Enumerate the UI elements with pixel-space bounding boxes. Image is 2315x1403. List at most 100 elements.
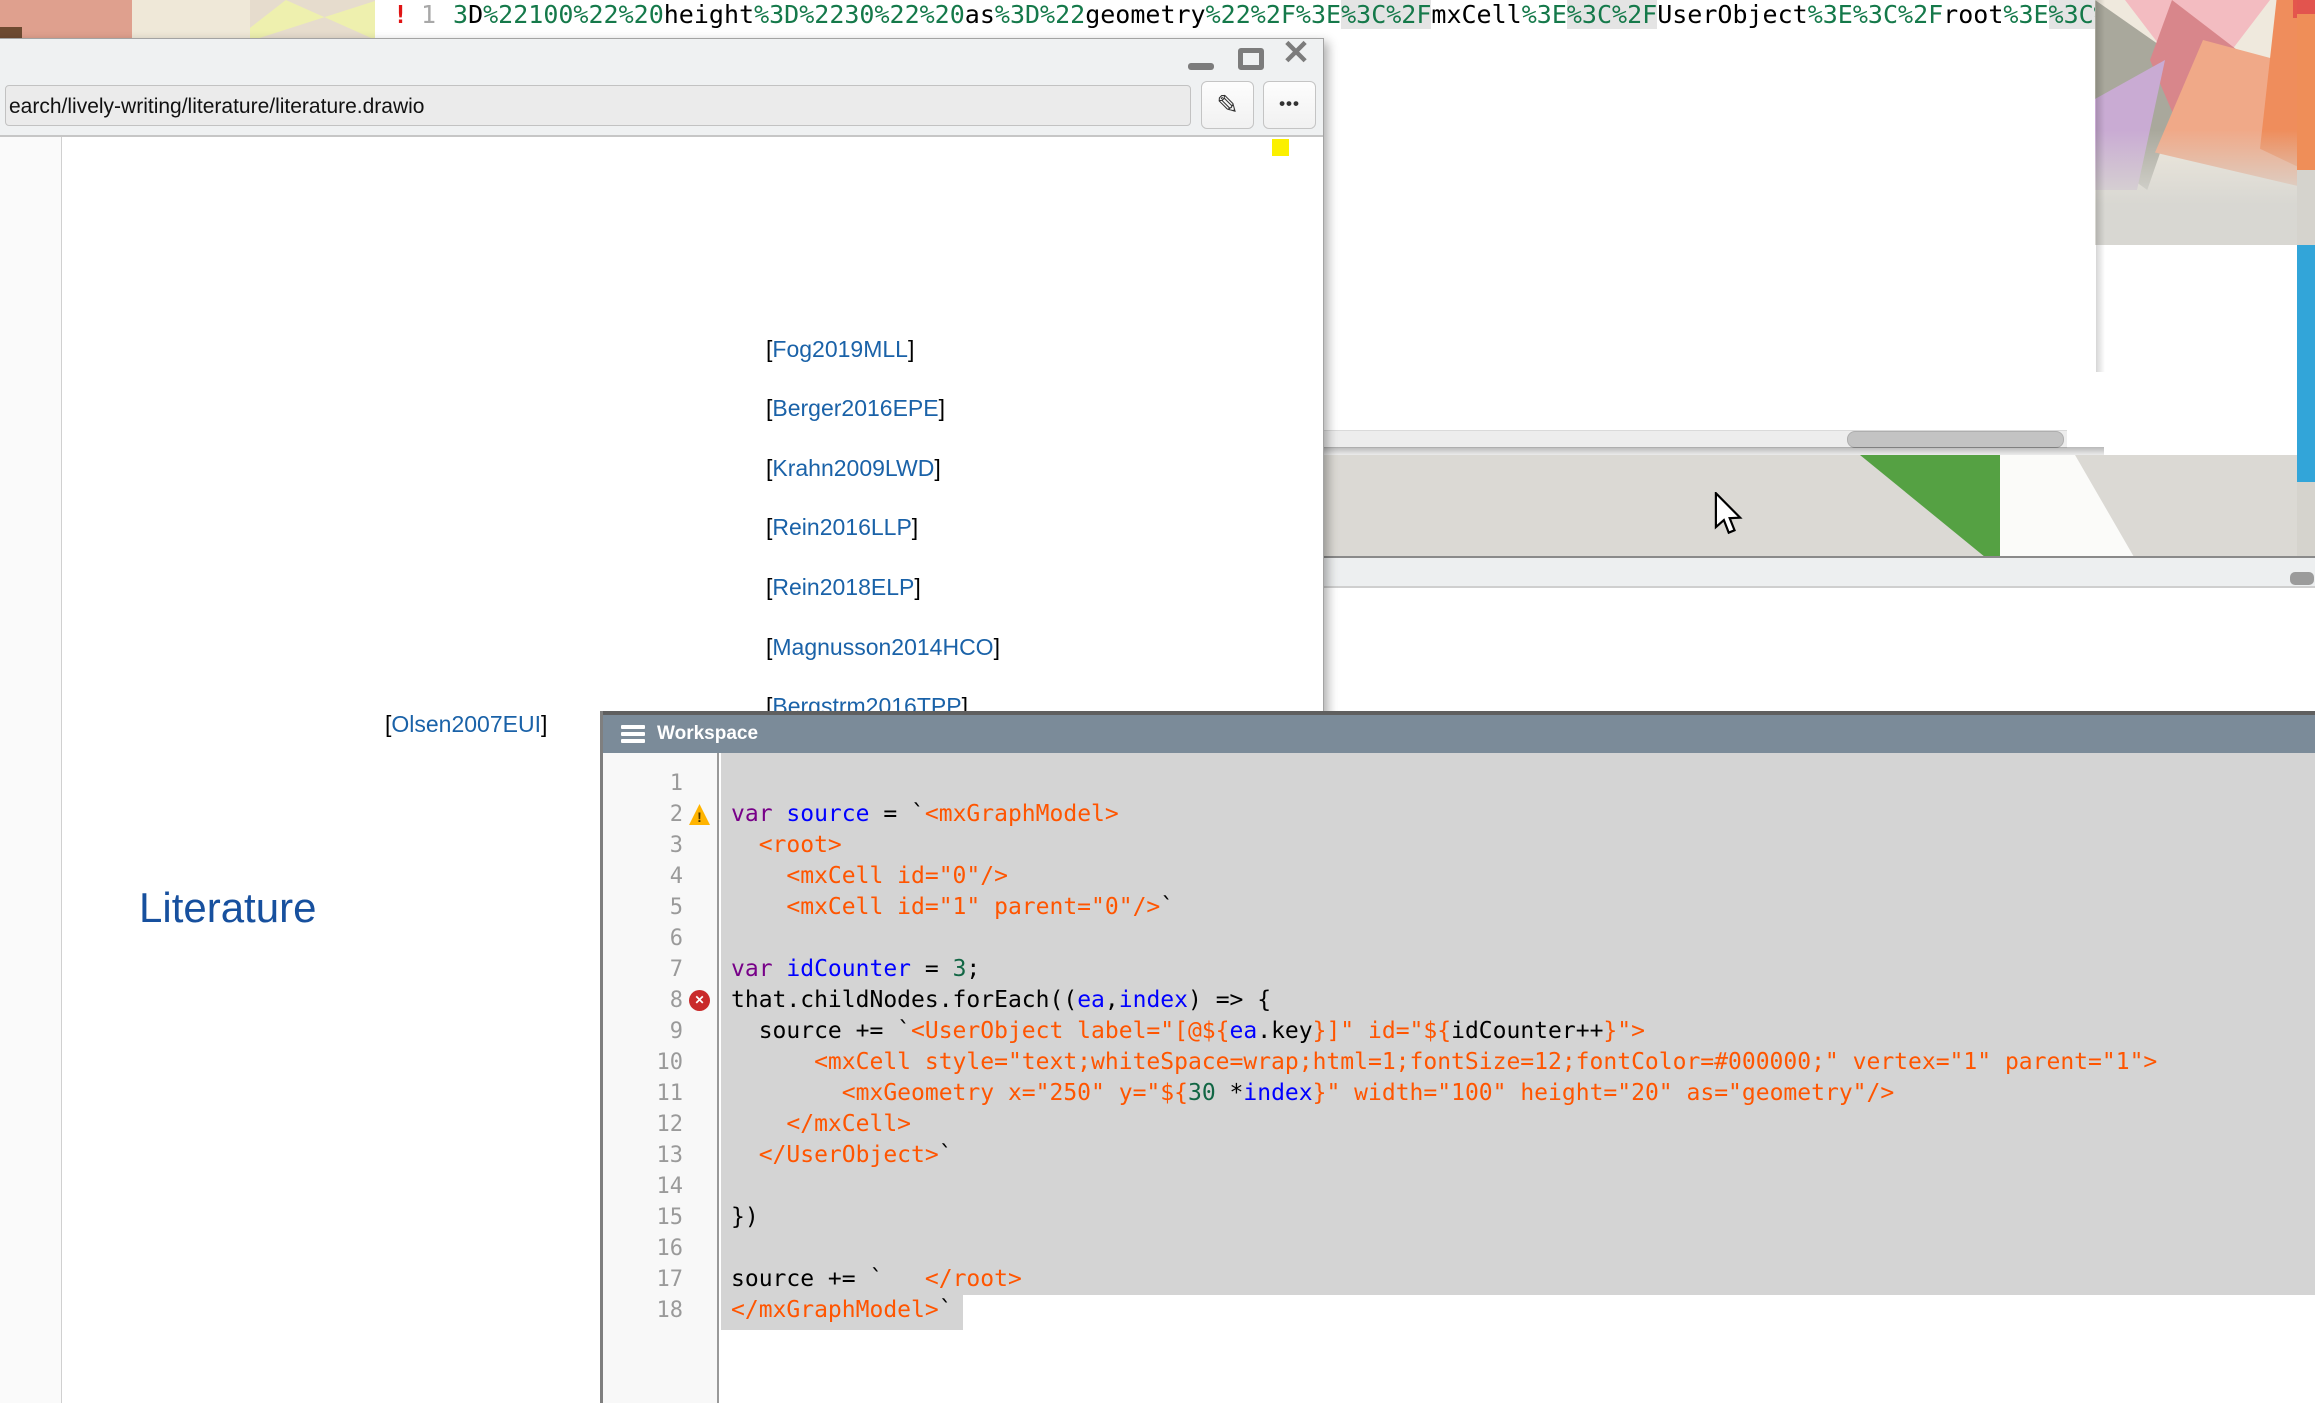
error-marker: ! xyxy=(393,0,408,30)
ellipsis-icon: ••• xyxy=(1279,94,1300,113)
code-text: }) xyxy=(731,1202,759,1233)
file-path-input[interactable]: earch/lively-writing/literature/literatu… xyxy=(5,85,1191,126)
line-number: 15 xyxy=(603,1202,683,1233)
code-line[interactable]: 9 source += `<UserObject label="[@${ea.k… xyxy=(603,1016,2315,1047)
citation-link[interactable]: Rein2016LLP xyxy=(772,514,911,540)
mouse-cursor xyxy=(1712,492,1744,538)
citation-link[interactable]: Fog2019MLL xyxy=(772,336,908,362)
line-number: 3 xyxy=(603,830,683,861)
minimize-icon[interactable] xyxy=(1188,63,1214,70)
code-line[interactable]: 13 </UserObject>` xyxy=(603,1140,2315,1171)
error-icon: ✕ xyxy=(689,990,710,1011)
code-line[interactable]: 3 <root> xyxy=(603,830,2315,861)
citation-item: [Magnusson2014HCO] xyxy=(766,634,1000,661)
code-line[interactable]: 12 </mxCell> xyxy=(603,1109,2315,1140)
workspace-window: Workspace 12! var source = `<mxGraphModel… xyxy=(600,711,2315,1403)
code-line[interactable]: 10 <mxCell style="text;whiteSpace=wrap;h… xyxy=(603,1047,2315,1078)
drawio-titlebar[interactable]: ✕ xyxy=(0,39,1323,75)
line-number: 16 xyxy=(603,1233,683,1264)
line-number: 7 xyxy=(603,954,683,985)
close-icon[interactable]: ✕ xyxy=(1279,33,1313,73)
citation-link[interactable]: Krahn2009LWD xyxy=(772,455,934,481)
line-number: 8 xyxy=(603,985,683,1016)
line-number: 1 xyxy=(421,0,436,30)
code-line[interactable]: 8 ✕ that.childNodes.forEach((ea,index) => … xyxy=(603,985,2315,1016)
code-text: <mxCell id="1" parent="0"/>` xyxy=(731,892,1174,923)
maximize-icon[interactable] xyxy=(1238,48,1264,70)
canvas-margin xyxy=(0,137,62,1403)
code-line[interactable]: 2!var source = `<mxGraphModel> xyxy=(603,799,2315,830)
wallpaper-band xyxy=(1322,455,2315,557)
code-line[interactable]: 4 <mxCell id="0"/> xyxy=(603,861,2315,892)
code-text: var idCounter = 3; xyxy=(731,954,980,985)
wallpaper-white-wedge xyxy=(2000,455,2134,557)
encoded-xml-code[interactable]: 3D%22100%22%20height%3D%2230%22%20as%3D%… xyxy=(453,0,2109,30)
code-text: source += ` </root> xyxy=(731,1264,1022,1295)
line-number: 6 xyxy=(603,923,683,954)
citation-link[interactable]: Olsen2007EUI xyxy=(391,711,541,737)
yellow-marker[interactable] xyxy=(1272,139,1289,156)
code-text: that.childNodes.forEach((ea,index) => { xyxy=(731,985,1271,1016)
background-editor-line: ! 1 3D%22100%22%20height%3D%2230%22%20as… xyxy=(375,0,2096,31)
citation-item: [Olsen2007EUI] xyxy=(385,711,547,738)
citation-item: [Rein2016LLP] xyxy=(766,514,918,541)
wallpaper-top-left xyxy=(0,0,378,41)
citation-item: [Fog2019MLL] xyxy=(766,336,914,363)
line-number: 13 xyxy=(603,1140,683,1171)
code-line[interactable]: 7 var idCounter = 3; xyxy=(603,954,2315,985)
code-text: source += `<UserObject label="[@${ea.key… xyxy=(731,1016,1645,1047)
line-number: 1 xyxy=(603,768,683,799)
wallpaper-right-strip xyxy=(2297,0,2315,586)
horizontal-scrollbar-thumb[interactable] xyxy=(1847,431,2064,448)
citation-link[interactable]: Magnusson2014HCO xyxy=(772,634,993,660)
code-line[interactable]: 1 xyxy=(603,768,2315,799)
citation-link[interactable]: Rein2018ELP xyxy=(772,574,914,600)
line-number: 17 xyxy=(603,1264,683,1295)
pencil-icon: ✎ xyxy=(1216,90,1239,120)
line-number: 11 xyxy=(603,1078,683,1109)
line-number: 5 xyxy=(603,892,683,923)
wallpaper-green-triangle xyxy=(1860,455,2002,557)
citation-item: [Krahn2009LWD] xyxy=(766,455,941,482)
code-line[interactable]: 5 <mxCell id="1" parent="0"/>` xyxy=(603,892,2315,923)
code-text: </UserObject>` xyxy=(731,1140,953,1171)
warning-icon: ! xyxy=(689,804,710,825)
code-line[interactable]: 15}) xyxy=(603,1202,2315,1233)
workspace-title: Workspace xyxy=(657,723,758,745)
citation-item: [Berger2016EPE] xyxy=(766,395,945,422)
workspace-titlebar[interactable]: Workspace xyxy=(603,715,2315,753)
wallpaper-pattern xyxy=(2095,0,2315,245)
code-text: </mxCell> xyxy=(731,1109,911,1140)
line-number: 14 xyxy=(603,1171,683,1202)
code-line[interactable]: 11 <mxGeometry x="250" y="${30 *index}" … xyxy=(603,1078,2315,1109)
line-number: 9 xyxy=(603,1016,683,1047)
line-number: 12 xyxy=(603,1109,683,1140)
citation-link[interactable]: Berger2016EPE xyxy=(772,395,938,421)
divider-handle[interactable] xyxy=(2290,572,2314,585)
hamburger-menu-icon[interactable] xyxy=(621,725,645,744)
toolbar-band xyxy=(1322,558,2315,588)
wallpaper-yellow-triangle xyxy=(250,0,378,41)
edit-pencil-button[interactable]: ✎ xyxy=(1201,81,1254,129)
code-text: </mxGraphModel>` xyxy=(731,1295,953,1326)
code-text: <mxGeometry x="250" y="${30 *index}" wid… xyxy=(731,1078,1894,1109)
code-text: <root> xyxy=(731,830,842,861)
code-line[interactable]: 18 </mxGraphModel>` xyxy=(603,1295,2315,1326)
code-line[interactable]: 14 xyxy=(603,1171,2315,1202)
page-title: Literature xyxy=(139,884,316,932)
line-number: 18 xyxy=(603,1295,683,1326)
code-text: <mxCell id="0"/> xyxy=(731,861,1008,892)
code-line[interactable]: 17 source += ` </root> xyxy=(603,1264,2315,1295)
drawio-toolbar: earch/lively-writing/literature/literatu… xyxy=(0,75,1323,137)
code-line[interactable]: 16 xyxy=(603,1233,2315,1264)
line-number: 10 xyxy=(603,1047,683,1078)
code-line[interactable]: 6 xyxy=(603,923,2315,954)
wallpaper-cream-shape xyxy=(132,0,250,41)
window-edge-shadow xyxy=(2096,0,2105,372)
line-number: 4 xyxy=(603,861,683,892)
citation-item: [Rein2018ELP] xyxy=(766,574,921,601)
screen: ! 1 3D%22100%22%20height%3D%2230%22%20as… xyxy=(0,0,2315,1403)
code-text: var source = `<mxGraphModel> xyxy=(731,799,1119,830)
code-text: <mxCell style="text;whiteSpace=wrap;html… xyxy=(731,1047,2157,1078)
more-options-button[interactable]: ••• xyxy=(1263,81,1316,129)
